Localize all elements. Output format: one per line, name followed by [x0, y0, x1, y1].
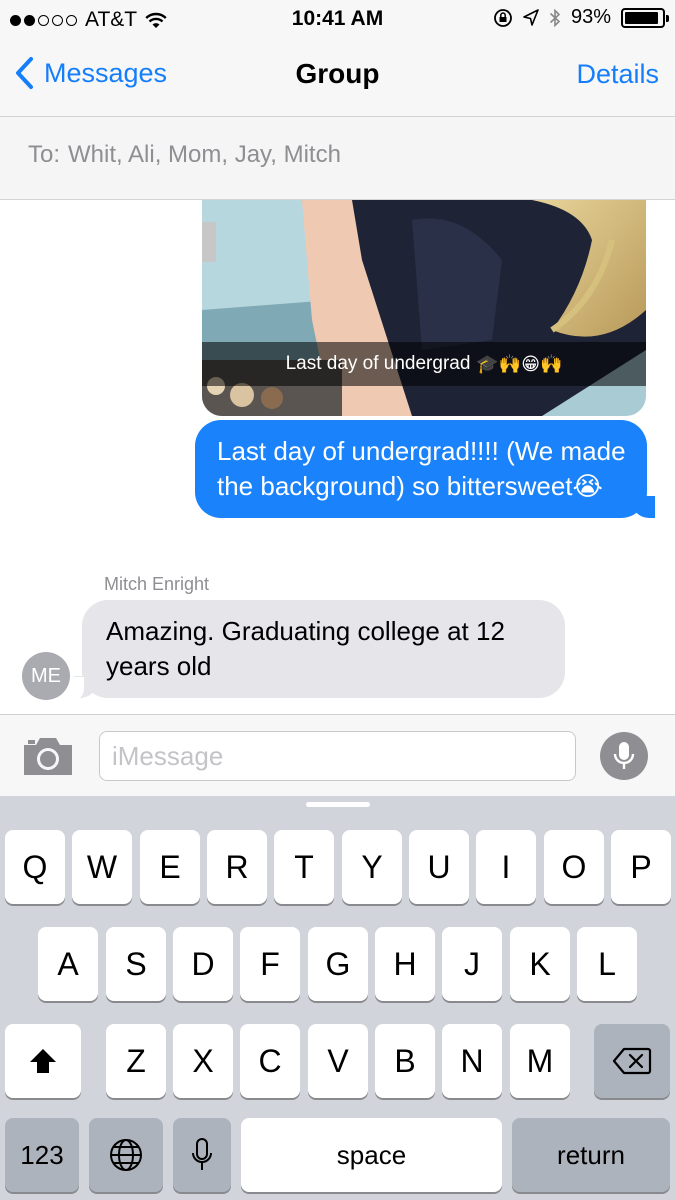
key-f[interactable]: F: [240, 927, 300, 1001]
key-s[interactable]: S: [106, 927, 166, 1001]
back-button[interactable]: Messages: [14, 56, 167, 90]
photo-caption-emoji: 🎓🙌😁🙌: [476, 353, 563, 374]
key-g[interactable]: G: [308, 927, 368, 1001]
key-p[interactable]: P: [611, 830, 671, 904]
microphone-icon: [613, 742, 635, 769]
camera-icon: [24, 738, 72, 775]
delete-key[interactable]: [594, 1024, 670, 1098]
key-z[interactable]: Z: [106, 1024, 166, 1098]
key-u[interactable]: U: [409, 830, 469, 904]
message-input[interactable]: [99, 731, 576, 781]
globe-icon: [110, 1139, 142, 1171]
key-r[interactable]: R: [207, 830, 267, 904]
avatar[interactable]: ME: [22, 652, 70, 700]
outgoing-bubble-tail: [647, 536, 669, 560]
status-bar: AT&T 10:41 AM 93%: [0, 0, 675, 38]
battery-fill: [625, 11, 659, 24]
key-q[interactable]: Q: [5, 830, 65, 904]
key-a[interactable]: A: [38, 927, 98, 1001]
compose-bar: [0, 714, 675, 796]
incoming-message-bubble[interactable]: Amazing. Graduating college at 12 years …: [74, 600, 565, 698]
camera-button[interactable]: [22, 735, 74, 777]
navigation-bar: Messages Group Details: [0, 38, 675, 116]
outgoing-message-text: Last day of undergrad!!!! (We made the b…: [217, 436, 626, 501]
back-chevron-icon: [16, 57, 33, 89]
key-b[interactable]: B: [375, 1024, 435, 1098]
keyboard: Q W E R T Y U I O P A S D F G H J K L Z …: [0, 796, 675, 1200]
key-d[interactable]: D: [173, 927, 233, 1001]
keyboard-handle[interactable]: [306, 802, 370, 807]
key-e[interactable]: E: [140, 830, 200, 904]
details-button[interactable]: Details: [576, 59, 659, 90]
key-w[interactable]: W: [72, 830, 132, 904]
sender-name: Mitch Enright: [104, 574, 210, 594]
key-o[interactable]: O: [544, 830, 604, 904]
recipients-prefix: To:: [28, 141, 61, 168]
photo-caption: Last day of undergrad 🎓🙌😁🙌: [202, 342, 646, 386]
battery-icon: [621, 7, 669, 28]
photo-message[interactable]: Last day of undergrad 🎓🙌😁🙌: [202, 200, 646, 416]
key-x[interactable]: X: [173, 1024, 233, 1098]
bluetooth-icon: [549, 8, 561, 27]
recipients-names: Whit, Ali, Mom, Jay, Mitch: [68, 141, 341, 168]
dictation-key[interactable]: [173, 1118, 231, 1192]
key-n[interactable]: N: [442, 1024, 502, 1098]
shift-icon: [30, 1049, 56, 1073]
back-button-label: Messages: [44, 57, 168, 88]
incoming-message-text: Amazing. Graduating college at 12 years …: [106, 616, 505, 681]
key-k[interactable]: K: [510, 927, 570, 1001]
globe-key[interactable]: [89, 1118, 163, 1192]
key-c[interactable]: C: [240, 1024, 300, 1098]
photo-caption-text: Last day of undergrad: [285, 353, 471, 374]
key-j[interactable]: J: [442, 927, 502, 1001]
delete-icon: [612, 1047, 652, 1075]
rotation-lock-icon: [494, 8, 512, 27]
key-y[interactable]: Y: [342, 830, 402, 904]
return-key[interactable]: return: [512, 1118, 670, 1192]
dictation-icon: [192, 1138, 212, 1170]
space-key[interactable]: space: [241, 1118, 502, 1192]
audio-message-button[interactable]: [600, 732, 648, 780]
key-t[interactable]: T: [274, 830, 334, 904]
location-icon: [523, 8, 539, 26]
key-h[interactable]: H: [375, 927, 435, 1001]
numbers-key[interactable]: 123: [5, 1118, 79, 1192]
shift-key[interactable]: [5, 1024, 81, 1098]
key-i[interactable]: I: [476, 830, 536, 904]
key-l[interactable]: L: [577, 927, 637, 1001]
key-m[interactable]: M: [510, 1024, 570, 1098]
recipients-field[interactable]: To: Whit, Ali, Mom, Jay, Mitch: [0, 116, 675, 200]
outgoing-message-bubble[interactable]: Last day of undergrad!!!! (We made the b…: [195, 420, 655, 518]
battery-percent: 93%: [570, 6, 611, 28]
status-right: 93%: [493, 6, 669, 29]
key-v[interactable]: V: [308, 1024, 368, 1098]
